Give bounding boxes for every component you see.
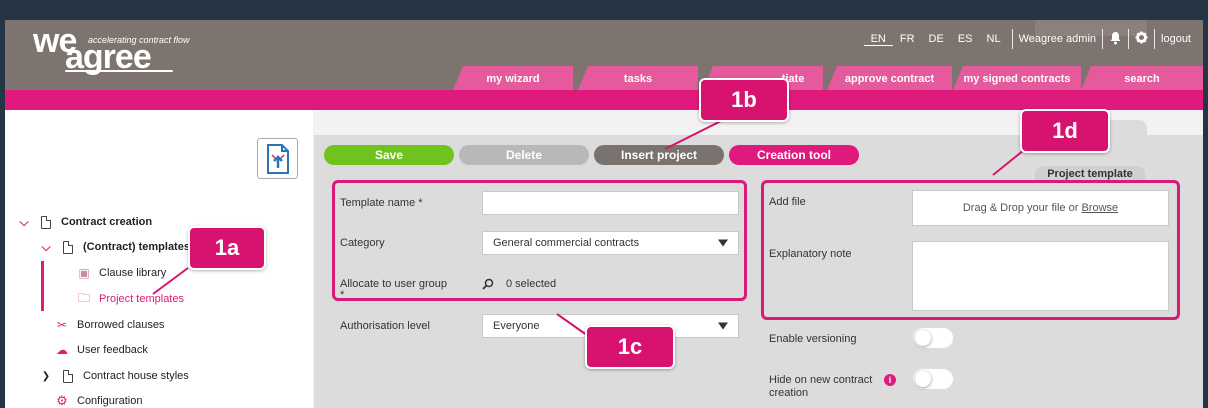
sidebar-item-contract-creation[interactable]: ⌵ Contract creation	[17, 213, 152, 231]
dropdown-arrow-icon	[718, 322, 728, 330]
sidebar-item-label: (Contract) templates	[83, 241, 190, 253]
document-upload-icon[interactable]	[257, 138, 298, 179]
authorisation-label: Authorisation level	[340, 320, 430, 332]
sidebar-item-label: Contract creation	[61, 216, 153, 228]
callout-1d: 1d	[1020, 109, 1110, 153]
sidebar-item-project-templates[interactable]: 🗀 Project templates	[77, 290, 184, 308]
tab-tasks[interactable]: tasks	[578, 66, 698, 90]
document-icon	[39, 215, 53, 229]
sidebar-item-label: Contract house styles	[83, 370, 189, 382]
callout-1b: 1b	[699, 78, 789, 122]
chevron-down-icon: ⌵	[19, 214, 29, 229]
sidebar-item-borrowed-clauses[interactable]: ✂ Borrowed clauses	[55, 316, 164, 334]
highlight-box-1d	[761, 180, 1180, 320]
user-name[interactable]: Weagree admin	[1017, 33, 1098, 45]
info-icon[interactable]: i	[884, 374, 896, 386]
lang-fr[interactable]: FR	[893, 33, 922, 45]
sidebar-item-clause-library[interactable]: ▣ Clause library	[77, 264, 166, 282]
sidebar-item-label: User feedback	[77, 344, 148, 356]
utility-bar: EN FR DE ES NL Weagree admin logout	[863, 29, 1193, 49]
lang-es[interactable]: ES	[951, 33, 980, 45]
chevron-down-icon: ⌵	[41, 239, 51, 254]
callout-1a: 1a	[188, 226, 266, 270]
highlight-box-1c	[332, 180, 747, 301]
lang-de[interactable]: DE	[922, 33, 951, 45]
divider	[1102, 29, 1104, 49]
versioning-label: Enable versioning	[769, 333, 857, 345]
logo-word-agree: agree	[65, 38, 152, 76]
sidebar-item-label: Configuration	[77, 395, 143, 407]
logout-link[interactable]: logout	[1159, 33, 1193, 45]
sidebar-item-configuration[interactable]: ⚙ Configuration	[55, 392, 142, 408]
lang-en[interactable]: EN	[863, 33, 893, 46]
creation-tool-button[interactable]: Creation tool	[729, 145, 859, 165]
hide-on-creation-label: Hide on new contract creation	[769, 374, 873, 399]
cog-icon: ⚙	[56, 393, 68, 408]
folder-icon: 🗀	[77, 290, 90, 305]
cube-icon: ▣	[78, 266, 90, 280]
sidebar-item-user-feedback[interactable]: ☁ User feedback	[55, 341, 148, 359]
hide-on-creation-toggle[interactable]	[912, 368, 954, 390]
header-bar: we accelerating contract flow agree EN F…	[5, 20, 1203, 90]
tab-my-signed-contracts[interactable]: my signed contracts	[953, 66, 1081, 90]
sidebar-item-contract-house-styles[interactable]: ❯ Contract house styles	[39, 367, 189, 385]
sidebar-item-contract-templates[interactable]: ⌵ (Contract) templates	[39, 238, 190, 256]
scissors-icon: ✂	[56, 318, 68, 332]
chevron-right-icon: ❯	[41, 370, 51, 382]
sidebar-item-label: Borrowed clauses	[77, 319, 165, 331]
tab-search[interactable]: search	[1081, 66, 1203, 90]
app-window: we accelerating contract flow agree EN F…	[5, 20, 1203, 408]
divider	[1011, 29, 1013, 49]
tab-my-wizard[interactable]: my wizard	[453, 66, 573, 90]
document-icon	[61, 369, 75, 383]
chat-bubbles-icon: ☁	[56, 343, 68, 357]
versioning-toggle[interactable]	[912, 327, 954, 349]
bell-icon[interactable]	[1107, 31, 1124, 48]
sidebar-item-label: Project templates	[99, 293, 184, 305]
tab-approve-contract[interactable]: approve contract	[827, 66, 952, 90]
brand-stripe	[5, 90, 1203, 110]
save-button[interactable]: Save	[324, 145, 454, 165]
callout-1c: 1c	[585, 325, 675, 369]
lang-nl[interactable]: NL	[980, 33, 1008, 45]
delete-button[interactable]: Delete	[459, 145, 589, 165]
gear-icon[interactable]	[1133, 31, 1150, 47]
divider	[1128, 29, 1130, 49]
document-icon	[61, 240, 75, 254]
insert-project-button[interactable]: Insert project	[594, 145, 724, 165]
authorisation-value: Everyone	[493, 320, 540, 332]
divider	[1154, 29, 1156, 49]
sidebar-item-label: Clause library	[99, 267, 167, 279]
tree-indent-line	[41, 261, 44, 311]
logo-underline	[65, 70, 173, 72]
